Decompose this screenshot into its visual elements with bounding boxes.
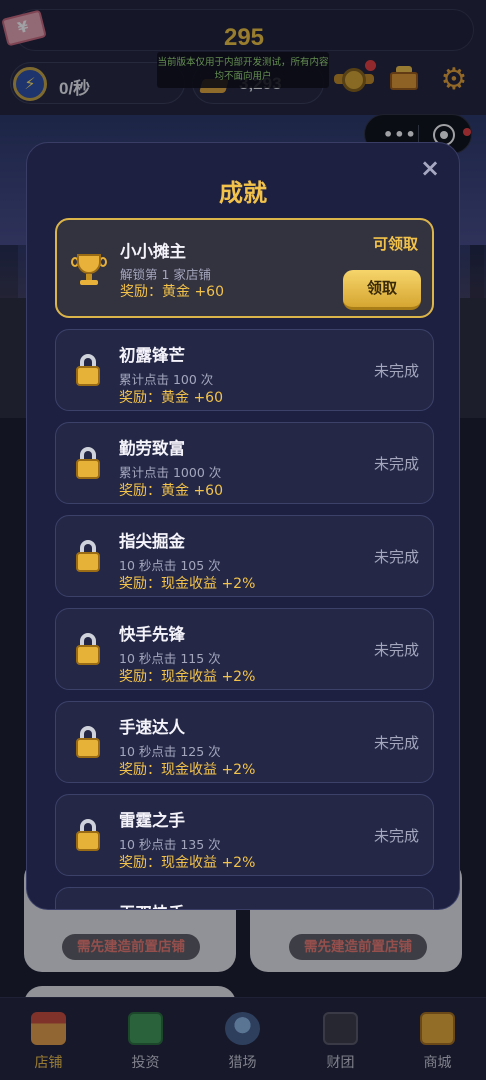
lock-icon [70,817,106,853]
achievement-reward: 奖励：现金收益 +2% [119,669,256,685]
achievement-reward: 奖励：现金收益 +2% [119,762,256,778]
achievement-item: 初露锋芒 累计点击 100 次 奖励：黄金 +60 未完成 [55,329,434,411]
achievement-name: 雷霆之手 [119,811,185,830]
achievement-status: 未完成 [373,455,419,473]
achievement-reward: 奖励：现金收益 +2% [119,855,256,871]
lock-icon [70,352,106,388]
achievement-desc: 10 秒点击 105 次 [119,558,221,573]
achievement-desc: 10 秒点击 115 次 [119,651,221,666]
achievement-item: 雷霆之手 10 秒点击 135 次 奖励：现金收益 +2% 未完成 [55,794,434,876]
achievement-desc: 累计点击 1000 次 [119,465,222,480]
achievement-status: 未完成 [373,548,419,566]
achievement-status: 未完成 [373,641,419,659]
achievement-name: 勤劳致富 [119,439,185,458]
achievement-reward: 奖励：黄金 +60 [120,284,224,300]
achievement-status: 可领取 [372,235,418,253]
achievement-desc: 10 秒点击 125 次 [119,744,221,759]
achievement-name: 无双快手 [119,900,185,909]
achievement-name: 快手先锋 [119,625,185,644]
achievement-reward: 奖励：现金收益 +2% [119,576,256,592]
achievement-desc: 累计点击 100 次 [119,372,214,387]
achievement-item: 勤劳致富 累计点击 1000 次 奖励：黄金 +60 未完成 [55,422,434,504]
achievement-reward: 奖励：黄金 +60 [119,390,223,406]
achievement-name: 手速达人 [119,718,185,737]
achievement-status: 未完成 [373,734,419,752]
achievement-status: 未完成 [373,827,419,845]
achievement-status: 未完成 [373,362,419,380]
achievement-item: 快手先锋 10 秒点击 115 次 奖励：现金收益 +2% 未完成 [55,608,434,690]
achievement-list: 小小摊主 解锁第 1 家店铺 奖励：黄金 +60 可领取 领取 初露锋芒 累计点… [27,143,459,909]
lock-icon [70,538,106,574]
achievement-name: 初露锋芒 [119,346,185,365]
achievement-desc: 10 秒点击 135 次 [119,837,221,852]
achievements-modal: 成就 × 小小摊主 解锁第 1 家店铺 奖励：黄金 +60 可领取 领取 初露锋… [26,142,460,910]
achievement-item: 无双快手 [55,887,434,909]
lock-icon [70,631,106,667]
lock-icon [70,724,106,760]
claim-button[interactable]: 领取 [343,270,421,310]
achievement-item: 手速达人 10 秒点击 125 次 奖励：现金收益 +2% 未完成 [55,701,434,783]
achievement-name: 指尖掘金 [119,532,185,551]
trophy-icon [71,250,107,286]
achievement-item: 指尖掘金 10 秒点击 105 次 奖励：现金收益 +2% 未完成 [55,515,434,597]
achievement-name: 小小摊主 [120,242,186,261]
achievement-item: 小小摊主 解锁第 1 家店铺 奖励：黄金 +60 可领取 领取 [55,218,434,318]
achievement-reward: 奖励：黄金 +60 [119,483,223,499]
lock-icon [70,445,106,481]
